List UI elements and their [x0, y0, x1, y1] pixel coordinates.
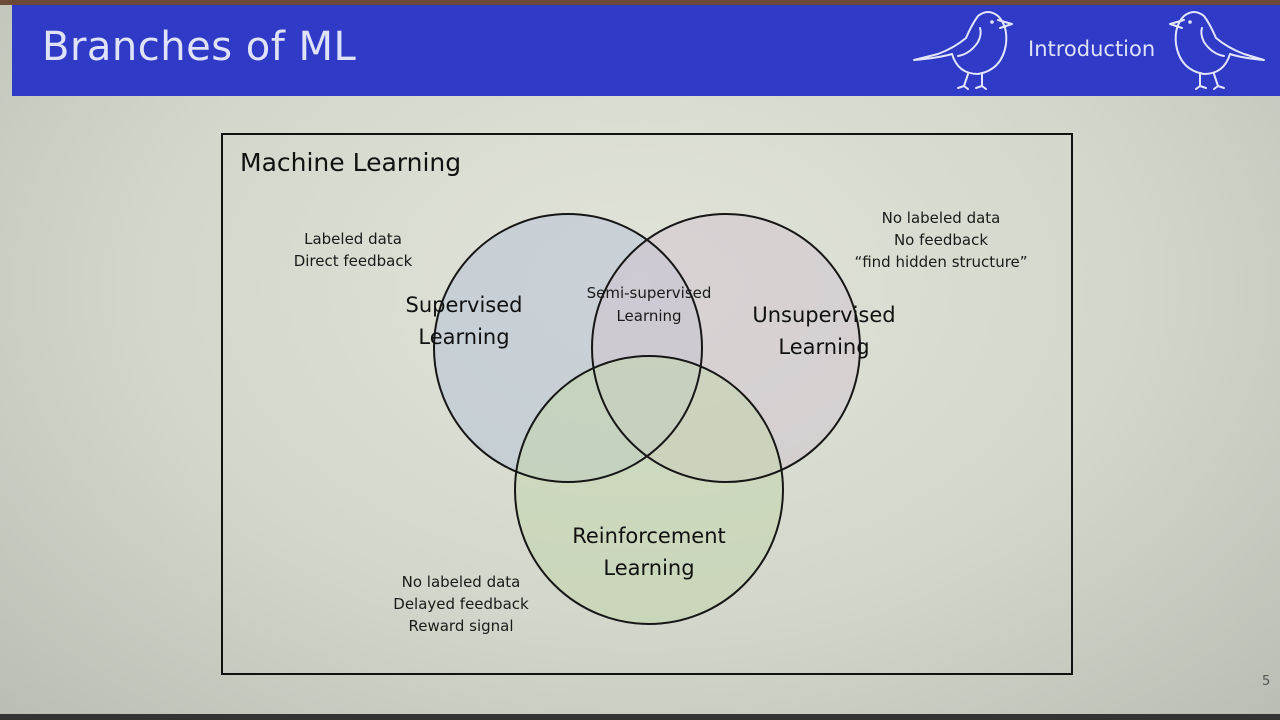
unsupervised-label: Unsupervised Learning — [734, 299, 914, 363]
label-line: Supervised — [405, 293, 523, 317]
venn-diagram — [433, 213, 861, 625]
note-line: No labeled data — [401, 573, 521, 591]
reinforcement-note: No labeled data Delayed feedback Reward … — [381, 571, 541, 637]
note-line: Delayed feedback — [393, 595, 529, 613]
unsupervised-note: No labeled data No feedback “find hidden… — [846, 207, 1036, 273]
slide: Branches of ML Introduction Machine Lear… — [0, 0, 1280, 720]
note-line: Reward signal — [408, 617, 514, 635]
note-line: No labeled data — [881, 209, 1001, 227]
bottom-strip — [0, 714, 1280, 720]
note-line: Labeled data — [304, 230, 402, 248]
page-number: 5 — [1262, 674, 1271, 689]
semi-supervised-label: Semi-supervised Learning — [578, 282, 720, 328]
note-line: “find hidden structure” — [854, 253, 1028, 271]
label-line: Semi-supervised — [586, 284, 712, 302]
label-line: Unsupervised — [752, 303, 896, 327]
label-line: Learning — [603, 556, 695, 580]
supervised-label: Supervised Learning — [384, 289, 544, 353]
reinforcement-label: Reinforcement Learning — [554, 520, 744, 584]
note-line: No feedback — [893, 231, 989, 249]
supervised-note: Labeled data Direct feedback — [283, 228, 423, 272]
note-line: Direct feedback — [293, 252, 413, 270]
label-line: Reinforcement — [572, 524, 726, 548]
label-line: Learning — [616, 307, 682, 325]
label-line: Learning — [778, 335, 870, 359]
label-line: Learning — [418, 325, 510, 349]
